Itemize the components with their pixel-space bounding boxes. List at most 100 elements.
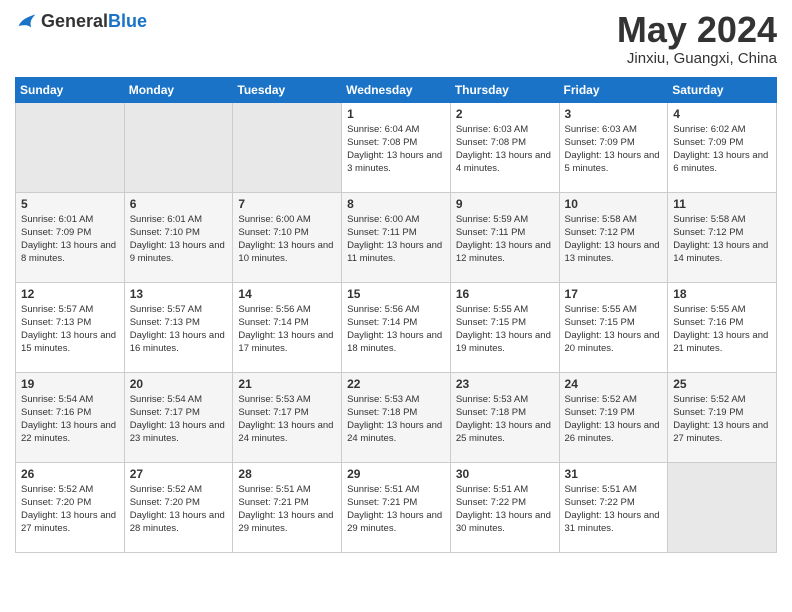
calendar-cell: 10Sunrise: 5:58 AMSunset: 7:12 PMDayligh… <box>559 192 668 282</box>
calendar-cell: 30 Sunrise: 5:51 AMSunset: 7:22 PMDayligh… <box>450 462 559 552</box>
logo-text: GeneralBlue <box>41 11 147 32</box>
day-info: Sunrise: 5:55 AMSunset: 7:15 PMDaylight:… <box>565 303 663 356</box>
calendar-cell: 3 Sunrise: 6:03 AMSunset: 7:09 PMDaylight… <box>559 102 668 192</box>
day-number: 11 <box>673 197 771 211</box>
day-number: 18 <box>673 287 771 301</box>
calendar-cell: 18 Sunrise: 5:55 AMSunset: 7:16 PMDayligh… <box>668 282 777 372</box>
day-number: 3 <box>565 107 663 121</box>
calendar-cell: 4 Sunrise: 6:02 AMSunset: 7:09 PMDaylight… <box>668 102 777 192</box>
day-info: Sunrise: 5:51 AMSunset: 7:22 PMDaylight:… <box>456 483 554 536</box>
day-info: Sunrise: 5:52 AMSunset: 7:20 PMDaylight:… <box>130 483 228 536</box>
calendar-cell: 16 Sunrise: 5:55 AMSunset: 7:15 PMDayligh… <box>450 282 559 372</box>
day-number: 31 <box>565 467 663 481</box>
calendar-cell: 5 Sunrise: 6:01 AMSunset: 7:09 PMDaylight… <box>16 192 125 282</box>
logo-general: General <box>41 11 108 31</box>
day-info: Sunrise: 5:56 AMSunset: 7:14 PMDaylight:… <box>238 303 336 356</box>
calendar-cell: 6Sunrise: 6:01 AMSunset: 7:10 PMDaylight… <box>124 192 233 282</box>
day-number: 16 <box>456 287 554 301</box>
day-info: Sunrise: 5:58 AMSunset: 7:12 PMDaylight:… <box>673 213 771 266</box>
day-number: 27 <box>130 467 228 481</box>
logo-blue: Blue <box>108 11 147 31</box>
logo-icon <box>15 10 37 32</box>
day-number: 29 <box>347 467 445 481</box>
day-info: Sunrise: 5:54 AMSunset: 7:17 PMDaylight:… <box>130 393 228 446</box>
day-number: 15 <box>347 287 445 301</box>
calendar-cell: 21Sunrise: 5:53 AMSunset: 7:17 PMDayligh… <box>233 372 342 462</box>
day-info: Sunrise: 5:53 AMSunset: 7:18 PMDaylight:… <box>347 393 445 446</box>
calendar-cell: 8 Sunrise: 6:00 AMSunset: 7:11 PMDaylight… <box>342 192 451 282</box>
day-info: Sunrise: 5:53 AMSunset: 7:18 PMDaylight:… <box>456 393 554 446</box>
day-number: 12 <box>21 287 119 301</box>
calendar-cell: 13Sunrise: 5:57 AMSunset: 7:13 PMDayligh… <box>124 282 233 372</box>
day-info: Sunrise: 5:52 AMSunset: 7:20 PMDaylight:… <box>21 483 119 536</box>
calendar-header-saturday: Saturday <box>668 77 777 102</box>
day-number: 9 <box>456 197 554 211</box>
calendar-cell: 29 Sunrise: 5:51 AMSunset: 7:21 PMDayligh… <box>342 462 451 552</box>
location: Jinxiu, Guangxi, China <box>617 50 777 67</box>
calendar-cell: 23 Sunrise: 5:53 AMSunset: 7:18 PMDayligh… <box>450 372 559 462</box>
day-number: 22 <box>347 377 445 391</box>
day-number: 19 <box>21 377 119 391</box>
day-info: Sunrise: 6:01 AMSunset: 7:10 PMDaylight:… <box>130 213 228 266</box>
calendar-cell: 20Sunrise: 5:54 AMSunset: 7:17 PMDayligh… <box>124 372 233 462</box>
day-number: 8 <box>347 197 445 211</box>
calendar-cell <box>124 102 233 192</box>
calendar-cell: 25 Sunrise: 5:52 AMSunset: 7:19 PMDayligh… <box>668 372 777 462</box>
calendar-cell: 27 Sunrise: 5:52 AMSunset: 7:20 PMDayligh… <box>124 462 233 552</box>
calendar-cell: 1 Sunrise: 6:04 AMSunset: 7:08 PMDaylight… <box>342 102 451 192</box>
calendar-week-4: 19 Sunrise: 5:54 AMSunset: 7:16 PMDayligh… <box>16 372 777 462</box>
day-number: 17 <box>565 287 663 301</box>
day-number: 10 <box>565 197 663 211</box>
day-info: Sunrise: 5:51 AMSunset: 7:21 PMDaylight:… <box>347 483 445 536</box>
calendar-header-tuesday: Tuesday <box>233 77 342 102</box>
header: GeneralBlue May 2024 Jinxiu, Guangxi, Ch… <box>15 10 777 67</box>
day-number: 30 <box>456 467 554 481</box>
day-number: 25 <box>673 377 771 391</box>
day-number: 24 <box>565 377 663 391</box>
day-number: 23 <box>456 377 554 391</box>
day-number: 7 <box>238 197 336 211</box>
calendar: SundayMondayTuesdayWednesdayThursdayFrid… <box>15 77 777 553</box>
day-info: Sunrise: 6:01 AMSunset: 7:09 PMDaylight:… <box>21 213 119 266</box>
logo: GeneralBlue <box>15 10 147 32</box>
calendar-cell: 17 Sunrise: 5:55 AMSunset: 7:15 PMDayligh… <box>559 282 668 372</box>
calendar-cell: 2Sunrise: 6:03 AMSunset: 7:08 PMDaylight… <box>450 102 559 192</box>
month-title: May 2024 <box>617 10 777 50</box>
day-info: Sunrise: 5:55 AMSunset: 7:15 PMDaylight:… <box>456 303 554 356</box>
calendar-cell: 31 Sunrise: 5:51 AMSunset: 7:22 PMDayligh… <box>559 462 668 552</box>
calendar-week-5: 26 Sunrise: 5:52 AMSunset: 7:20 PMDayligh… <box>16 462 777 552</box>
day-number: 1 <box>347 107 445 121</box>
day-info: Sunrise: 5:51 AMSunset: 7:22 PMDaylight:… <box>565 483 663 536</box>
day-info: Sunrise: 5:52 AMSunset: 7:19 PMDaylight:… <box>565 393 663 446</box>
calendar-week-2: 5 Sunrise: 6:01 AMSunset: 7:09 PMDaylight… <box>16 192 777 282</box>
calendar-cell <box>233 102 342 192</box>
day-number: 4 <box>673 107 771 121</box>
day-info: Sunrise: 6:04 AMSunset: 7:08 PMDaylight:… <box>347 123 445 176</box>
calendar-header-thursday: Thursday <box>450 77 559 102</box>
calendar-header-friday: Friday <box>559 77 668 102</box>
day-number: 14 <box>238 287 336 301</box>
calendar-cell: 22 Sunrise: 5:53 AMSunset: 7:18 PMDayligh… <box>342 372 451 462</box>
day-info: Sunrise: 5:56 AMSunset: 7:14 PMDaylight:… <box>347 303 445 356</box>
calendar-week-1: 1 Sunrise: 6:04 AMSunset: 7:08 PMDaylight… <box>16 102 777 192</box>
calendar-header-wednesday: Wednesday <box>342 77 451 102</box>
calendar-header-sunday: Sunday <box>16 77 125 102</box>
calendar-cell: 14 Sunrise: 5:56 AMSunset: 7:14 PMDayligh… <box>233 282 342 372</box>
day-number: 5 <box>21 197 119 211</box>
day-info: Sunrise: 6:02 AMSunset: 7:09 PMDaylight:… <box>673 123 771 176</box>
day-info: Sunrise: 5:51 AMSunset: 7:21 PMDaylight:… <box>238 483 336 536</box>
day-info: Sunrise: 6:00 AMSunset: 7:11 PMDaylight:… <box>347 213 445 266</box>
day-number: 21 <box>238 377 336 391</box>
day-info: Sunrise: 5:54 AMSunset: 7:16 PMDaylight:… <box>21 393 119 446</box>
calendar-header-monday: Monday <box>124 77 233 102</box>
day-info: Sunrise: 5:57 AMSunset: 7:13 PMDaylight:… <box>21 303 119 356</box>
day-info: Sunrise: 5:52 AMSunset: 7:19 PMDaylight:… <box>673 393 771 446</box>
calendar-cell: 19 Sunrise: 5:54 AMSunset: 7:16 PMDayligh… <box>16 372 125 462</box>
day-info: Sunrise: 6:03 AMSunset: 7:09 PMDaylight:… <box>565 123 663 176</box>
day-info: Sunrise: 6:00 AMSunset: 7:10 PMDaylight:… <box>238 213 336 266</box>
day-info: Sunrise: 5:55 AMSunset: 7:16 PMDaylight:… <box>673 303 771 356</box>
day-number: 26 <box>21 467 119 481</box>
calendar-cell: 15 Sunrise: 5:56 AMSunset: 7:14 PMDayligh… <box>342 282 451 372</box>
day-number: 28 <box>238 467 336 481</box>
day-info: Sunrise: 5:57 AMSunset: 7:13 PMDaylight:… <box>130 303 228 356</box>
